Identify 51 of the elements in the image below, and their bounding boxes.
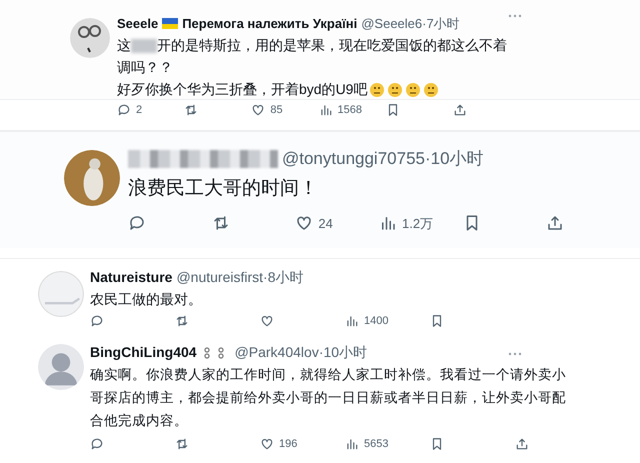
share-icon[interactable] xyxy=(515,437,529,452)
tweet-text: 确实啊。你浪费人家的工作时间，就得给人家工时补偿。我看过一个请外卖小哥探店的博主，都会提前给外卖小哥的一日日薪或者半日日薪，让外卖小哥配合他完成内容。 xyxy=(90,366,567,430)
user-name: Natureisture xyxy=(90,268,172,287)
retweet-icon[interactable] xyxy=(212,214,230,232)
count: 1400 xyxy=(364,314,388,329)
blurred-name xyxy=(131,38,157,53)
count: 1.2万 xyxy=(402,214,434,232)
bar-chart-icon[interactable] xyxy=(379,214,398,232)
heart-icon[interactable] xyxy=(295,214,314,232)
speech-bubble-icon[interactable] xyxy=(128,214,146,232)
emoji-face-icon xyxy=(423,82,440,98)
tweet-text: 这 开的是特斯拉，用的是苹果，现在吃爱国饭的都这么不着调吗？？ 好歹你换个华为三折叠，开着byd的U9吧 xyxy=(117,36,508,100)
count: 196 xyxy=(279,437,298,452)
tweet-text: 浪费民工大哥的时间！ xyxy=(128,176,319,200)
retweet-icon[interactable] xyxy=(175,314,189,328)
tweet-text: 农民工做的最对。 xyxy=(90,290,203,309)
heart-icon[interactable] xyxy=(260,437,274,452)
retweet-icon[interactable] xyxy=(184,102,198,117)
speech-bubble-icon[interactable] xyxy=(117,102,131,117)
emoji-face-icon xyxy=(387,82,404,98)
handle-and-time: @Park404lov·10小时 xyxy=(234,343,368,362)
user-name: Seeele xyxy=(117,15,158,33)
bar-chart-icon[interactable] xyxy=(345,314,359,328)
bar-chart-icon[interactable] xyxy=(345,437,359,452)
bar-chart-icon[interactable] xyxy=(318,102,333,117)
avatar-drawing xyxy=(38,271,84,317)
count: 5653 xyxy=(364,437,388,452)
avatar-silhouette-icon xyxy=(38,344,84,390)
handle-and-time: @Seeele6·7小时 xyxy=(361,15,460,33)
bird-photo-drawing xyxy=(64,150,120,206)
emoji-face-icon xyxy=(369,82,386,98)
name-suffix: Перемога належить Україні xyxy=(182,15,358,33)
count: 85 xyxy=(270,102,283,118)
speech-bubble-icon[interactable] xyxy=(90,314,104,328)
retweet-icon[interactable] xyxy=(175,437,189,452)
user-name: BingChiLing404 xyxy=(90,343,197,362)
share-icon[interactable] xyxy=(546,214,564,232)
speech-bubble-icon[interactable] xyxy=(90,437,104,452)
count: 1568 xyxy=(338,102,362,118)
heart-icon[interactable] xyxy=(251,102,266,117)
count: 2 xyxy=(136,102,142,118)
bookmark-icon[interactable] xyxy=(430,314,444,328)
handle-and-time: @tonytunggi70755·10小时 xyxy=(282,148,484,170)
bookmark-icon[interactable] xyxy=(430,437,444,452)
avatar-drawing xyxy=(70,18,110,58)
share-icon[interactable] xyxy=(452,102,467,117)
count: 24 xyxy=(318,214,333,232)
more-icon[interactable] xyxy=(508,352,522,356)
handle-and-time: @nutureisfirst·8小时 xyxy=(176,268,304,287)
heart-icon[interactable] xyxy=(260,314,274,328)
emoji-face-icon xyxy=(405,82,422,98)
